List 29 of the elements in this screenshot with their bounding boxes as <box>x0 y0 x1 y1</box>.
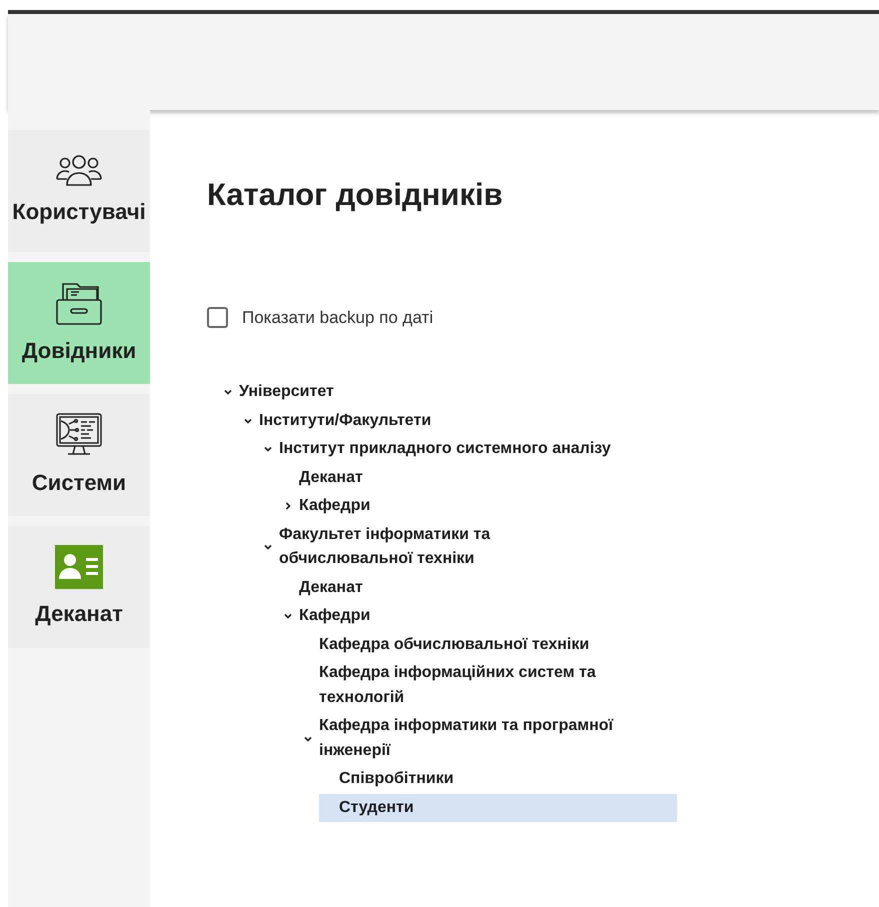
tree-item[interactable]: Співробітники <box>339 767 454 792</box>
tree-item[interactable]: Факультет інформатики та обчислювальної техніки <box>279 522 619 572</box>
tree-item[interactable]: Кафедра інформатики та програмної інженерії <box>319 714 659 763</box>
page-title: Каталог довідників <box>207 176 504 214</box>
tree-item[interactable]: Деканат <box>299 576 363 600</box>
tree-item[interactable]: Студенти <box>339 796 414 820</box>
sidebar-item[interactable]: Системи <box>8 394 150 516</box>
checkbox-label: Показати backup по даті <box>242 306 434 328</box>
users-icon <box>55 154 103 186</box>
checkbox[interactable] <box>207 306 228 328</box>
selected-row-highlight[interactable]: Студенти <box>319 794 677 822</box>
chevron-down-icon[interactable] <box>263 444 273 454</box>
tree-item[interactable]: Інститут прикладного системного аналізу <box>279 437 611 462</box>
chevron-down-icon[interactable] <box>283 611 293 622</box>
monitor-icon <box>55 412 103 458</box>
tree-item[interactable]: Університет <box>239 380 334 404</box>
sidebar-item[interactable]: Користувачі <box>8 130 150 252</box>
sidebar-item[interactable]: Довідники <box>8 262 150 384</box>
tree-item[interactable]: Кафедри <box>299 494 370 518</box>
tree-item[interactable]: Кафедри <box>299 604 370 628</box>
tree-item[interactable]: Кафедра інформаційних систем та технологій <box>319 661 659 710</box>
id-card-icon <box>55 544 103 588</box>
chevron-down-icon[interactable] <box>223 387 233 398</box>
chevron-right-icon[interactable] <box>283 501 293 512</box>
tree-item[interactable]: Інститути/Факультети <box>259 408 432 433</box>
tree-item[interactable]: Кафедра обчислювальної техніки <box>319 632 590 657</box>
chevron-down-icon[interactable] <box>263 542 273 552</box>
tree-item[interactable]: Деканат <box>299 466 363 490</box>
sidebar-item[interactable]: Деканат <box>8 526 150 648</box>
